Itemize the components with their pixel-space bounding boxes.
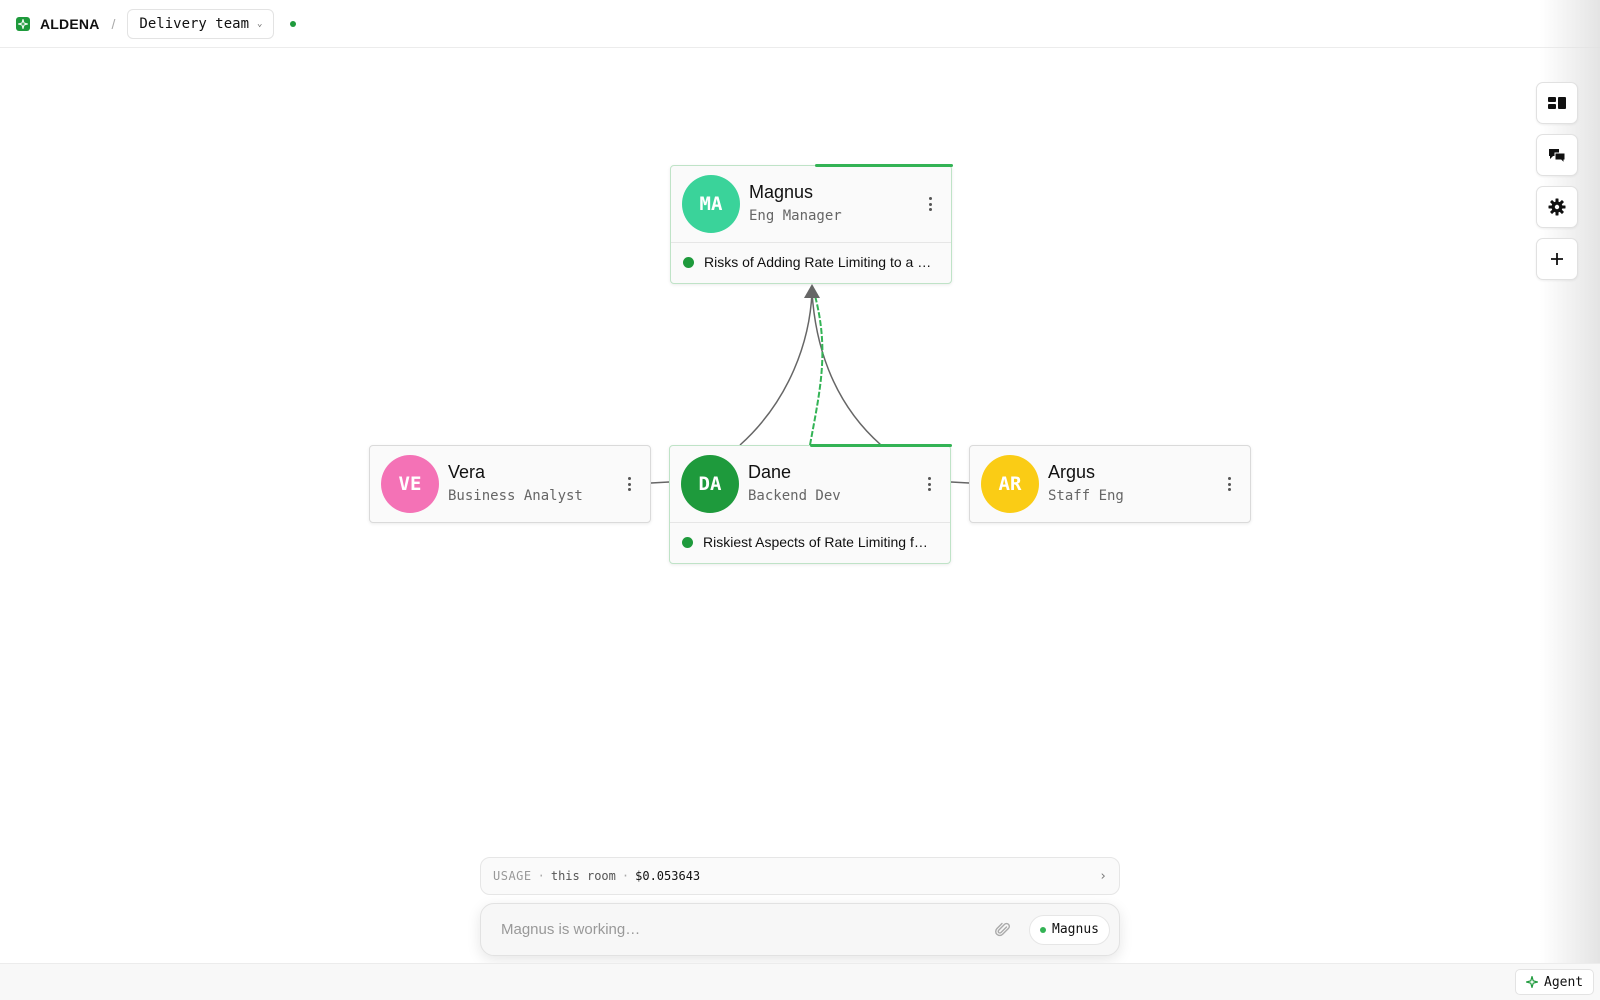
task-title: Riskiest Aspects of Rate Limiting f… bbox=[703, 534, 928, 550]
avatar: MA bbox=[682, 175, 740, 233]
more-options-icon[interactable] bbox=[925, 194, 935, 214]
avatar: VE bbox=[381, 455, 439, 513]
plus-icon bbox=[1551, 253, 1563, 265]
agent-name: Vera bbox=[448, 462, 486, 482]
edge-dane-magnus-left bbox=[739, 291, 813, 446]
gear-icon bbox=[1548, 198, 1566, 216]
team-selector-label: Delivery team bbox=[139, 15, 249, 32]
recipient-name: Magnus bbox=[1052, 922, 1099, 937]
top-bar: ALDENA / Delivery team ⌄ bbox=[0, 0, 1600, 48]
agent-task[interactable]: Riskiest Aspects of Rate Limiting f… bbox=[670, 522, 950, 561]
more-options-icon[interactable] bbox=[624, 474, 634, 494]
agent-name: Argus bbox=[1048, 462, 1096, 482]
agent-name: Dane bbox=[748, 462, 792, 482]
avatar: AR bbox=[981, 455, 1039, 513]
edge-dane-magnus-active bbox=[809, 291, 824, 446]
edge-dane-magnus-right bbox=[811, 291, 882, 446]
agent-card-dane[interactable]: DA Dane Backend Dev Riskiest Aspects of … bbox=[669, 444, 952, 564]
agent-role: Eng Manager bbox=[749, 208, 842, 224]
usage-separator: · bbox=[621, 869, 630, 883]
task-status-dot bbox=[682, 536, 693, 548]
layout-icon bbox=[1548, 97, 1566, 109]
agent-button-label: Agent bbox=[1544, 974, 1584, 990]
message-composer[interactable]: Magnus is working… Magnus bbox=[480, 903, 1120, 956]
edge-vera-dane bbox=[650, 481, 670, 484]
usage-bar[interactable]: USAGE · this room · $0.053643 › bbox=[480, 857, 1120, 895]
usage-scope: this room bbox=[550, 869, 616, 883]
agent-card-vera[interactable]: VE Vera Business Analyst bbox=[369, 445, 651, 523]
agent-role: Business Analyst bbox=[448, 488, 583, 504]
paperclip-icon[interactable] bbox=[993, 920, 1013, 940]
agent-role: Backend Dev bbox=[748, 488, 841, 504]
logo-icon bbox=[16, 16, 30, 31]
live-status-dot bbox=[290, 20, 297, 27]
add-button[interactable] bbox=[1536, 238, 1578, 280]
chevron-down-icon: ⌄ bbox=[257, 18, 263, 29]
settings-button[interactable] bbox=[1536, 186, 1578, 228]
usage-label: USAGE bbox=[493, 869, 532, 883]
agent-card-argus[interactable]: AR Argus Staff Eng bbox=[969, 445, 1251, 523]
edge-arrowhead bbox=[804, 284, 820, 298]
recipient-status-dot bbox=[1040, 926, 1047, 933]
edge-dane-argus bbox=[950, 481, 970, 484]
recipient-chip[interactable]: Magnus bbox=[1029, 914, 1110, 945]
more-options-icon[interactable] bbox=[924, 474, 934, 494]
bottom-bar bbox=[0, 963, 1600, 1000]
chevron-right-icon[interactable]: › bbox=[1099, 869, 1107, 884]
task-status-dot bbox=[683, 256, 694, 268]
brand-name: ALDENA bbox=[40, 15, 100, 32]
avatar: DA bbox=[681, 455, 739, 513]
agent-button[interactable]: Agent bbox=[1515, 969, 1595, 995]
team-selector[interactable]: Delivery team ⌄ bbox=[127, 8, 275, 39]
comments-button[interactable] bbox=[1536, 134, 1578, 176]
usage-separator: · bbox=[537, 869, 545, 883]
composer-placeholder[interactable]: Magnus is working… bbox=[501, 921, 993, 938]
agent-name: Magnus bbox=[749, 182, 814, 202]
agent-task[interactable]: Risks of Adding Rate Limiting to a … bbox=[671, 242, 951, 281]
agent-role: Staff Eng bbox=[1048, 488, 1124, 504]
breadcrumb-separator: / bbox=[111, 15, 116, 32]
more-options-icon[interactable] bbox=[1224, 474, 1234, 494]
comments-icon bbox=[1549, 149, 1566, 163]
sparkle-icon bbox=[1526, 976, 1538, 988]
agent-card-magnus[interactable]: MA Magnus Eng Manager Risks of Adding Ra… bbox=[670, 164, 953, 284]
usage-cost: $0.053643 bbox=[635, 869, 701, 883]
layout-button[interactable] bbox=[1536, 82, 1578, 124]
task-title: Risks of Adding Rate Limiting to a … bbox=[704, 254, 932, 270]
